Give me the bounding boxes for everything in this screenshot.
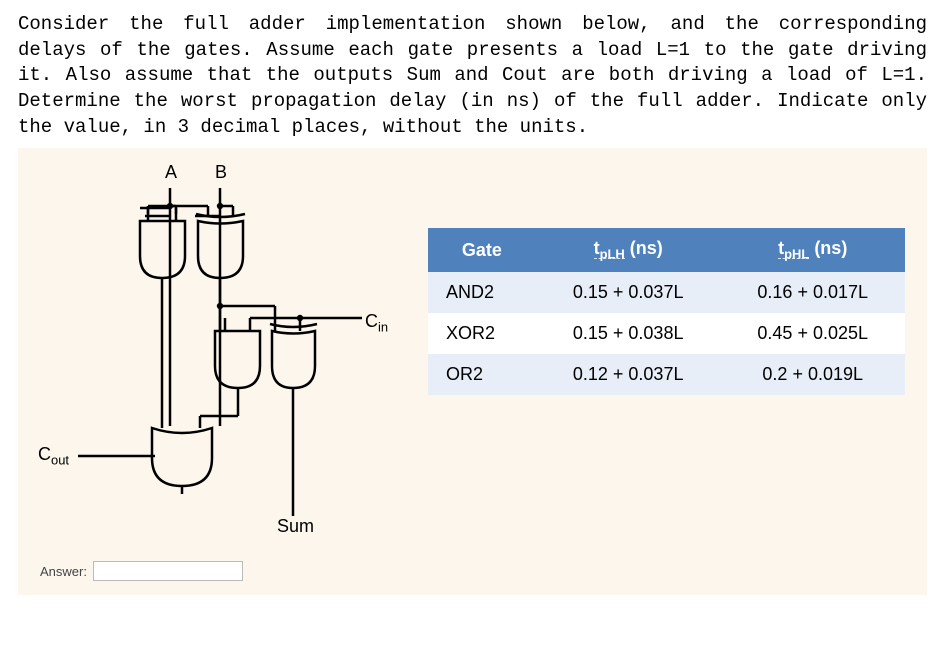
delay-table: Gate tpLH (ns) tpHL (ns) AND2 0.15 + 0.0… [428, 228, 905, 395]
question-text: Consider the full adder implementation s… [18, 12, 927, 140]
table-row: XOR2 0.15 + 0.038L 0.45 + 0.025L [428, 313, 905, 354]
cell-gate: XOR2 [428, 313, 536, 354]
output-cout-label: Cout [38, 444, 69, 468]
and-gate-2-icon [215, 331, 260, 388]
output-sum-label: Sum [277, 516, 314, 537]
answer-label: Answer: [40, 564, 87, 579]
cell-tphl: 0.45 + 0.025L [720, 313, 905, 354]
cell-tplh: 0.15 + 0.038L [536, 313, 721, 354]
circuit-svg [40, 166, 400, 536]
input-b-label: B [215, 162, 227, 183]
or-gate-icon [152, 428, 212, 486]
input-cin-label: Cin [365, 311, 388, 335]
cell-tphl: 0.16 + 0.017L [720, 272, 905, 313]
th-tplh: tpLH (ns) [536, 228, 721, 272]
answer-row: Answer: [40, 561, 905, 581]
input-a-label: A [165, 162, 177, 183]
cell-tplh: 0.12 + 0.037L [536, 354, 721, 395]
cell-tphl: 0.2 + 0.019L [720, 354, 905, 395]
xor-gate-2-icon [270, 324, 317, 388]
th-tphl: tpHL (ns) [720, 228, 905, 272]
cell-tplh: 0.15 + 0.037L [536, 272, 721, 313]
th-gate: Gate [428, 228, 536, 272]
cell-gate: AND2 [428, 272, 536, 313]
figure-row: A B Cin Cout Sum [40, 166, 905, 541]
table-row: OR2 0.12 + 0.037L 0.2 + 0.019L [428, 354, 905, 395]
table-row: AND2 0.15 + 0.037L 0.16 + 0.017L [428, 272, 905, 313]
circuit-diagram: A B Cin Cout Sum [40, 166, 400, 541]
cell-gate: OR2 [428, 354, 536, 395]
figure-area: A B Cin Cout Sum [18, 148, 927, 595]
delay-table-wrapper: Gate tpLH (ns) tpHL (ns) AND2 0.15 + 0.0… [428, 166, 905, 395]
and-gate-1-icon [140, 208, 185, 278]
answer-input[interactable] [93, 561, 243, 581]
